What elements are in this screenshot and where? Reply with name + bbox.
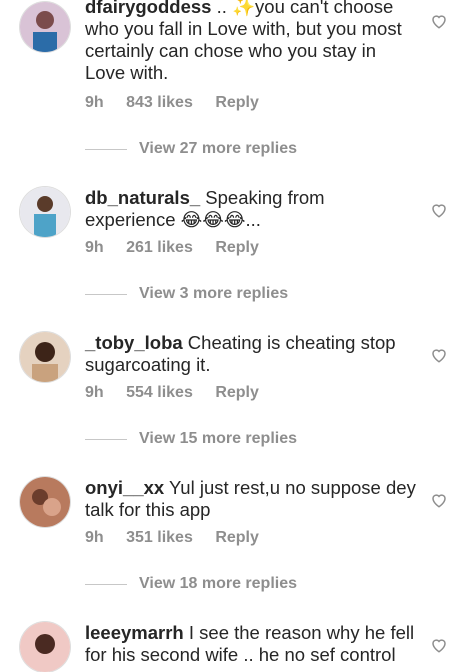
comment-username[interactable]: _toby_loba (85, 332, 183, 353)
view-replies-button[interactable]: View 3 more replies (85, 285, 288, 303)
heart-icon[interactable] (430, 201, 448, 219)
comment-time: 9h (85, 529, 104, 546)
divider-line (85, 293, 127, 295)
comment-likes[interactable]: 351 likes (126, 529, 193, 546)
comment-text: _toby_loba Cheating is cheating stop sug… (85, 332, 396, 375)
divider-line (85, 148, 127, 150)
reply-button[interactable]: Reply (215, 384, 259, 401)
heart-icon[interactable] (430, 12, 448, 30)
comment-meta: 9h 843 likes Reply (85, 94, 277, 112)
reply-button[interactable]: Reply (215, 94, 259, 111)
comment-likes[interactable]: 554 likes (126, 384, 193, 401)
divider-line (85, 438, 127, 440)
comment-time: 9h (85, 94, 104, 111)
heart-icon[interactable] (430, 346, 448, 364)
comment-username[interactable]: db_naturals_ (85, 187, 200, 208)
comment-text: leeeymarrh I see the reason why he fell … (85, 622, 415, 665)
comment-meta: 9h 261 likes Reply (85, 239, 277, 257)
heart-icon[interactable] (430, 491, 448, 509)
reply-button[interactable]: Reply (215, 239, 259, 256)
comment-username[interactable]: dfairygoddess (85, 0, 211, 17)
avatar[interactable] (20, 2, 70, 52)
comment-likes[interactable]: 261 likes (126, 239, 193, 256)
avatar[interactable] (20, 622, 70, 672)
avatar[interactable] (20, 332, 70, 382)
comment-meta: 9h 351 likes Reply (85, 529, 277, 547)
comment-time: 9h (85, 239, 104, 256)
divider-line (85, 583, 127, 585)
heart-icon[interactable] (430, 636, 448, 654)
view-replies-button[interactable]: View 18 more replies (85, 575, 297, 593)
avatar[interactable] (20, 187, 70, 237)
view-replies-button[interactable]: View 27 more replies (85, 140, 297, 158)
reply-button[interactable]: Reply (215, 529, 259, 546)
comment-likes[interactable]: 843 likes (126, 94, 193, 111)
view-replies-button[interactable]: View 15 more replies (85, 430, 297, 448)
comment-username[interactable]: onyi__xx (85, 477, 164, 498)
avatar[interactable] (20, 477, 70, 527)
comment-text: dfairygoddess .. ✨you can't choose who y… (85, 0, 420, 84)
comment-text: db_naturals_ Speaking from experience 😂😂… (85, 187, 325, 230)
comment-time: 9h (85, 384, 104, 401)
comment-meta: 9h 554 likes Reply (85, 384, 277, 402)
comment-text: onyi__xx Yul just rest,u no suppose dey … (85, 477, 416, 520)
comment-username[interactable]: leeeymarrh (85, 622, 184, 643)
